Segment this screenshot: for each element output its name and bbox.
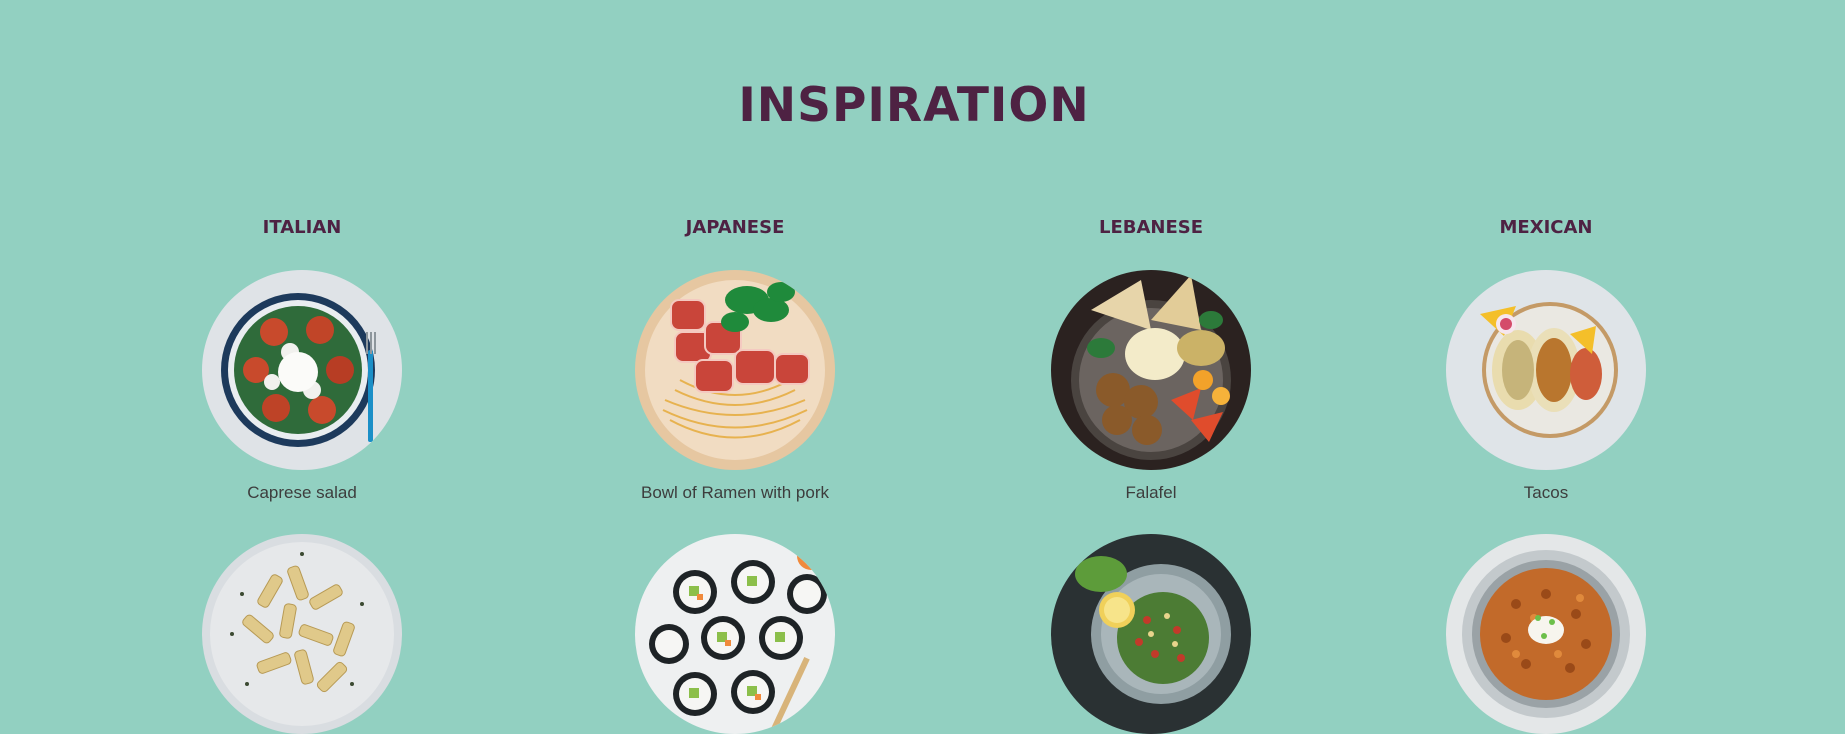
tabbouleh-photo[interactable]: [1051, 534, 1251, 734]
sushi-rolls-photo[interactable]: [635, 534, 835, 734]
dish-caption: Caprese salad: [247, 483, 357, 502]
cuisine-heading: JAPANESE: [685, 217, 785, 238]
ramen-bowl-photo[interactable]: [635, 270, 835, 470]
falafel-bowl-photo[interactable]: [1051, 270, 1251, 470]
dish-caption: Bowl of Ramen with pork: [640, 483, 830, 502]
dish-caption: Falafel: [1125, 483, 1177, 502]
cuisine-heading: MEXICAN: [1499, 217, 1593, 238]
cuisine-heading: LEBANESE: [1098, 217, 1204, 238]
tacos-photo[interactable]: [1446, 270, 1646, 470]
dish-caption: Tacos: [1523, 483, 1569, 502]
caprese-salad-photo[interactable]: [202, 270, 402, 470]
pasta-photo[interactable]: [202, 534, 402, 734]
chili-bowl-photo[interactable]: [1446, 534, 1646, 734]
cuisine-heading: ITALIAN: [262, 217, 342, 238]
page-title: INSPIRATION: [738, 78, 1090, 133]
